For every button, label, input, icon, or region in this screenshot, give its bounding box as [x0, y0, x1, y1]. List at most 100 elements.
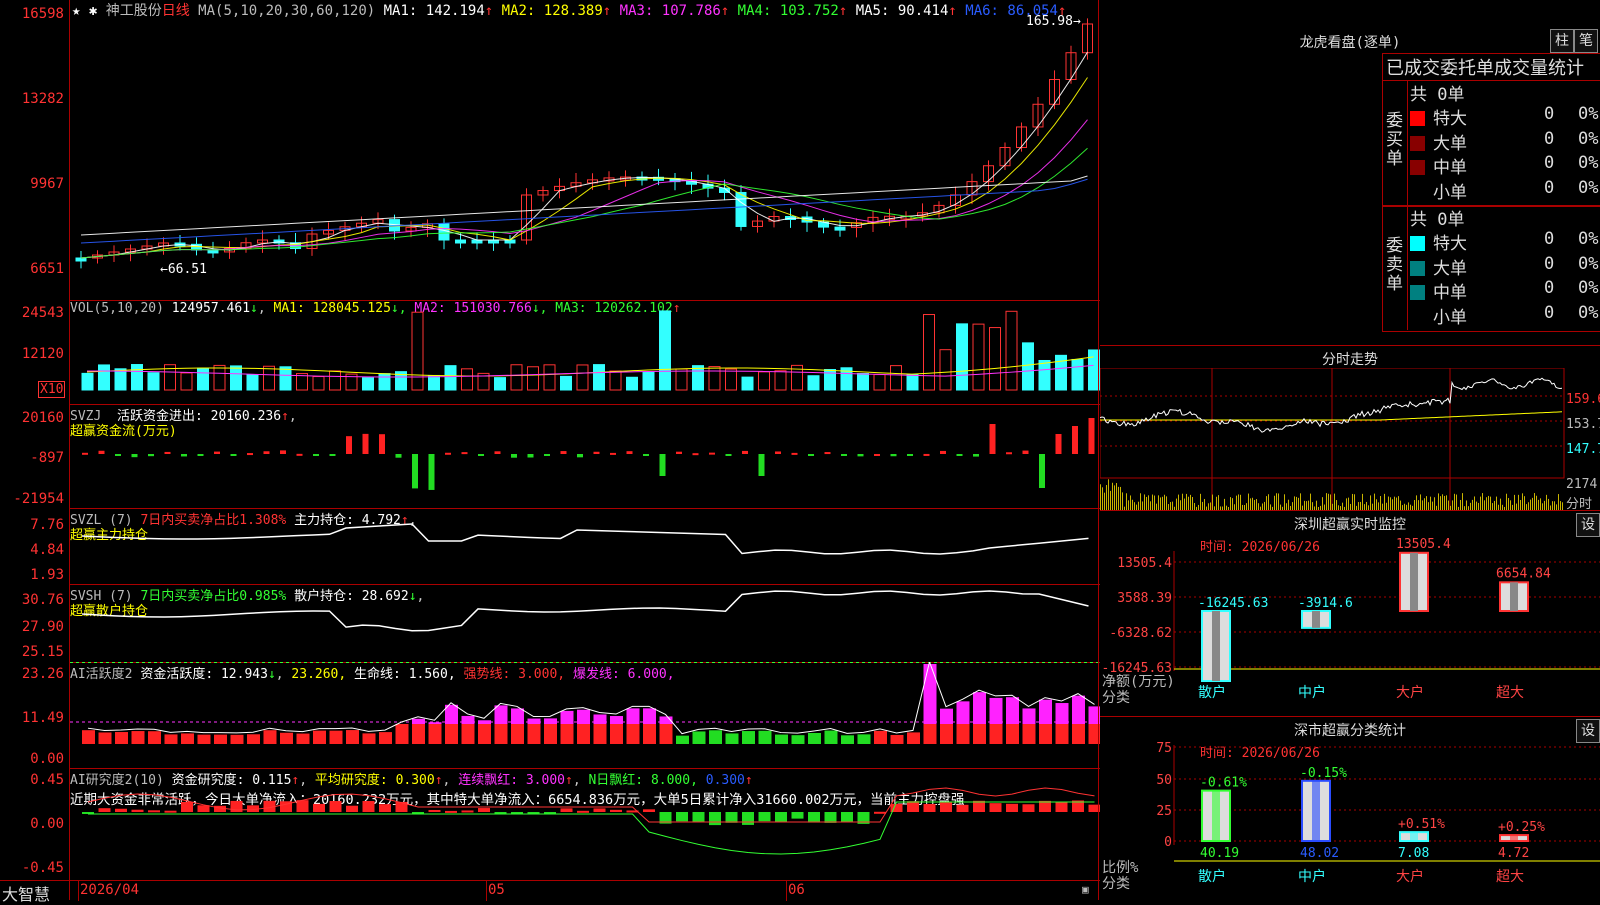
date-label: 2026/04: [80, 882, 139, 898]
intraday-vol-bar: [1126, 493, 1127, 511]
activity-bar: [742, 731, 755, 744]
svzj-bar: [726, 454, 732, 456]
svzj-axis-label: -897: [0, 450, 64, 466]
activity-bar-top: [627, 708, 640, 724]
research-bar: [363, 801, 375, 812]
intraday-panel[interactable]: 分时走势 159.6 153.7 147.7 2174 分时: [1100, 345, 1600, 511]
intraday-vol-bar: [1192, 497, 1193, 511]
research-bar: [726, 812, 738, 823]
intraday-vol-bar: [1334, 494, 1335, 511]
lhkp-row: 特大: [1410, 229, 1467, 254]
research-bar: [577, 811, 589, 813]
volume-bar: [577, 365, 588, 390]
research-bar: [132, 810, 144, 812]
svzj-bar: [1023, 451, 1029, 454]
ai-activity-chart[interactable]: [70, 662, 1100, 768]
date-tick: [78, 881, 79, 901]
activity-bar: [1056, 724, 1069, 744]
lock-icon[interactable]: ▣: [1082, 883, 1089, 896]
kline-candle: [439, 224, 449, 240]
row-name: 大单: [1433, 259, 1467, 279]
svzl-chart[interactable]: [70, 508, 1100, 584]
classify-pct-label: +0.25%: [1498, 820, 1545, 835]
kline-candle: [456, 240, 466, 243]
svsh-chart[interactable]: [70, 584, 1100, 662]
ai2-axis-label: 0.00: [0, 816, 64, 832]
ma-line-6: [81, 179, 1088, 243]
intraday-chart[interactable]: [1100, 368, 1565, 511]
low-price-label: ←66.51: [160, 262, 207, 277]
ai-research-chart[interactable]: [70, 768, 1100, 880]
activity-bar-top: [495, 705, 508, 724]
svzl-panel[interactable]: 7.76 4.84 1.93 SVZL (7) 7日内买卖净占比1.308% 主…: [0, 508, 1100, 584]
svzj-bar: [198, 454, 204, 456]
research-bar: [297, 800, 309, 812]
volume-bar: [412, 312, 423, 390]
bar-mode-button[interactable]: 柱: [1550, 29, 1574, 53]
tick-mode-button[interactable]: 笔: [1574, 29, 1598, 53]
intraday-vol-bar: [1236, 496, 1237, 511]
svzj-bar: [379, 434, 385, 454]
intraday-price-label: 147.7: [1566, 442, 1600, 457]
sell-side-label: 委卖单: [1386, 237, 1404, 294]
row-pct: 0%: [1578, 229, 1600, 249]
intraday-vol-bar: [1524, 496, 1525, 511]
svzj-bar: [924, 454, 930, 456]
ma-line-4: [81, 148, 1088, 258]
volume-bar: [429, 375, 440, 390]
svsh-panel[interactable]: 30.76 27.90 25.15 SVSH (7) 7日内买卖净占比0.985…: [0, 584, 1100, 662]
main-chart-panel[interactable]: 16598 13282 9967 6651 ★ ✱ 神工股份日线 MA(5,10…: [0, 0, 1100, 300]
volume-bar: [214, 365, 225, 390]
activity-bar: [165, 734, 178, 744]
activity-bar: [478, 724, 491, 744]
lhkp-tab-label[interactable]: 已成交委托单成交量统计: [1386, 54, 1584, 80]
intraday-vol-bar: [1130, 495, 1131, 511]
svzj-panel[interactable]: 20160 -897 -21954 SVZJ 活跃资金进出: 20160.236…: [0, 404, 1100, 508]
monitor-panel[interactable]: 深圳超赢实时监控 设 时间: 2026/06/26 13505.43588.39…: [1100, 510, 1600, 717]
activity-bar-top: [1056, 703, 1069, 724]
date-tick: [486, 881, 487, 901]
monitor-chart[interactable]: 13505.43588.39-6328.62-16245.63-16245.63…: [1100, 511, 1600, 717]
intraday-vol-bar: [1444, 496, 1445, 511]
classify-panel[interactable]: 深市超赢分类统计 设 时间: 2026/06/26 7550250-0.61%4…: [1100, 716, 1600, 901]
intraday-vol-bar: [1396, 498, 1397, 511]
activity-bar: [363, 733, 376, 744]
monitor-bar-shade: [1410, 553, 1418, 611]
intraday-vol-bar: [1266, 496, 1267, 511]
intraday-vol-bar: [1240, 495, 1241, 511]
research-bar: [346, 806, 358, 812]
svsh-line: [82, 591, 1089, 631]
svzj-bar: [495, 451, 501, 454]
volume-panel[interactable]: 24543 12120 X10 VOL(5,10,20) 124957.461↓…: [0, 300, 1100, 404]
lhkp-row: 小单: [1410, 178, 1467, 203]
activity-bar-top: [924, 664, 937, 724]
activity-bar-top: [561, 711, 574, 724]
activity-bar: [313, 731, 326, 744]
research-bar: [313, 804, 325, 812]
activity-bar: [874, 731, 887, 744]
intraday-vol-bar: [1162, 497, 1163, 511]
kline-chart[interactable]: [70, 0, 1100, 300]
intraday-vol-bar: [1152, 495, 1153, 511]
svzj-bar: [676, 452, 682, 454]
classify-value-label: 40.19: [1200, 846, 1239, 861]
activity-bar: [148, 731, 161, 744]
intraday-vol-bar: [1370, 495, 1371, 511]
row-count: 0: [1544, 129, 1554, 149]
chart-divider: [69, 0, 70, 900]
volume-bar: [924, 315, 935, 390]
activity-bar: [808, 733, 821, 744]
volume-chart[interactable]: [70, 300, 1100, 404]
ai2-axis-label: -0.45: [0, 860, 64, 876]
svzj-chart[interactable]: [70, 404, 1100, 508]
row-name: 特大: [1433, 234, 1467, 254]
classify-pct-label: +0.51%: [1398, 817, 1445, 832]
monitor-bar-shade: [1510, 582, 1518, 611]
activity-bar: [330, 731, 343, 744]
ai-activity-panel[interactable]: 23.26 11.49 0.00 AI活跃度2 资金活跃度: 12.943↓, …: [0, 662, 1100, 768]
intraday-vol-bar: [1384, 494, 1385, 511]
activity-bar-top: [973, 692, 986, 724]
activity-bar: [561, 724, 574, 744]
classify-chart[interactable]: 7550250-0.61%40.19-0.15%48.02+0.51%7.08+…: [1100, 717, 1600, 901]
ai-research-panel[interactable]: 0.45 0.00 -0.45 AI研究度2(10) 资金研究度: 0.115↑…: [0, 768, 1100, 880]
